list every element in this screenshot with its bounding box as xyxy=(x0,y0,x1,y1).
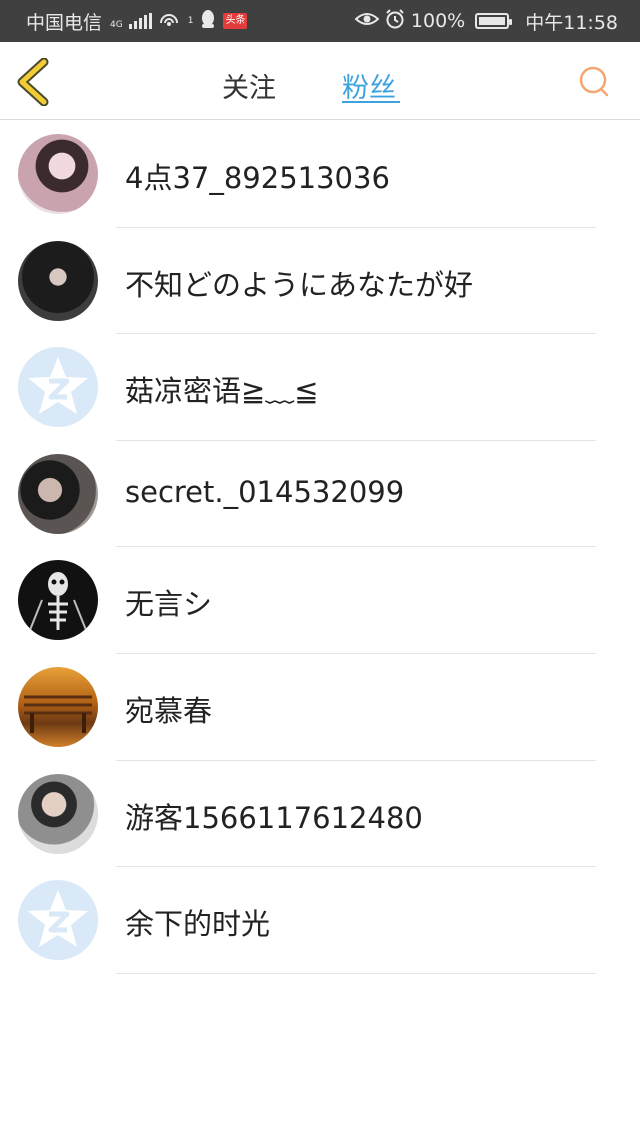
qq-penguin-icon xyxy=(199,9,217,34)
skeleton-avatar-icon xyxy=(29,572,87,631)
avatar[interactable] xyxy=(18,134,98,214)
battery-icon xyxy=(475,13,513,29)
list-item[interactable]: 菇凉密语≧﹏≦ xyxy=(0,334,640,441)
carrier-label: 中国电信 xyxy=(26,11,103,34)
follower-name: 不知どのようにあなたが好 xyxy=(125,267,474,302)
search-button[interactable] xyxy=(576,62,612,102)
list-item[interactable]: secret._014532099 xyxy=(0,441,640,548)
avatar[interactable] xyxy=(18,773,98,854)
status-bar: 中国电信 4G 1 头条 100% 中午11:58 xyxy=(0,0,640,42)
follower-name: 无言シ xyxy=(125,587,213,622)
avatar[interactable] xyxy=(18,880,98,961)
clock: 中午11:58 xyxy=(525,11,618,34)
follower-list: 4点37_892513036 不知どのようにあなたが好 菇凉密语≧﹏≦ secr… xyxy=(0,121,640,974)
avatar[interactable] xyxy=(18,240,98,321)
list-item[interactable]: 不知どのようにあなたが好 xyxy=(0,228,640,335)
eye-comfort-icon xyxy=(354,10,380,32)
avatar[interactable] xyxy=(18,347,98,428)
follower-name: 余下的时光 xyxy=(125,907,271,942)
list-item[interactable]: 无言シ xyxy=(0,547,640,654)
back-button[interactable] xyxy=(14,57,54,107)
follower-name: secret._014532099 xyxy=(125,474,405,509)
header-bar: 关注 粉丝 xyxy=(0,42,640,120)
search-icon xyxy=(579,66,609,97)
divider xyxy=(116,972,596,974)
signal-icon xyxy=(128,13,152,29)
hotspot-icon xyxy=(158,10,180,33)
tab-fans[interactable]: 粉丝 xyxy=(342,66,396,105)
follower-name: 游客1566117612480 xyxy=(125,800,423,835)
news-app-badge: 头条 xyxy=(223,13,248,29)
battery-percent: 100% xyxy=(410,10,466,32)
avatar[interactable] xyxy=(18,560,98,641)
hotspot-count: 1 xyxy=(187,15,194,26)
list-item[interactable]: 游客1566117612480 xyxy=(0,761,640,868)
network-type: 4G xyxy=(110,20,123,30)
tab-following[interactable]: 关注 xyxy=(222,66,276,105)
avatar[interactable] xyxy=(18,666,98,747)
list-item[interactable]: 宛慕春 xyxy=(0,654,640,761)
avatar[interactable] xyxy=(18,453,98,534)
follower-name: 宛慕春 xyxy=(125,693,213,728)
list-item[interactable]: 余下的时光 xyxy=(0,867,640,974)
bench-avatar-icon xyxy=(24,695,92,733)
chevron-left-icon xyxy=(17,57,49,107)
default-star-avatar-icon xyxy=(28,890,88,948)
active-tab-indicator xyxy=(342,101,400,103)
alarm-icon xyxy=(385,8,405,34)
default-star-avatar-icon xyxy=(28,357,88,415)
list-item[interactable]: 4点37_892513036 xyxy=(0,121,640,228)
follower-name: 菇凉密语≧﹏≦ xyxy=(125,374,319,409)
follower-name: 4点37_892513036 xyxy=(125,161,390,195)
